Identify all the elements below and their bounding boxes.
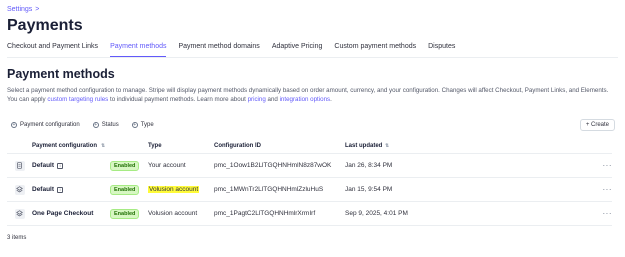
tab-checkout-and-payment-links[interactable]: Checkout and Payment Links [7,43,98,57]
tab-disputes[interactable]: Disputes [428,43,455,57]
highlighted-type-text: Volusion account [148,186,200,193]
more-actions-icon[interactable]: ··· [595,161,612,170]
filter-type[interactable]: + Type [128,120,158,130]
plus-circle-icon: + [11,121,17,128]
create-button[interactable]: + Create [579,119,615,131]
plus-circle-icon: + [131,121,138,128]
status-badge: Enabled [110,208,140,219]
chevron-right-icon: > [35,6,40,13]
row-status-cell: Enabled [110,160,148,171]
header-configuration-id: Configuration ID [214,143,261,149]
configuration-name[interactable]: Default [32,162,54,169]
row-id-cell: pmc_1PagtC2LlTGQHNHmlrXrmIrf [214,210,316,217]
filter-label: Payment configuration [20,122,80,128]
table-row[interactable]: Default i Enabled Volusion account pmc_1… [7,178,612,202]
sort-icon: ⇅ [385,143,390,149]
configuration-name[interactable]: Default [32,186,54,193]
info-icon[interactable]: i [57,186,64,193]
breadcrumb: Settings > [7,6,39,13]
row-updated-cell: Sep 9, 2025, 4:01 PM [345,210,408,217]
row-status-cell: Enabled [110,184,148,195]
more-actions-icon[interactable]: ··· [595,185,612,194]
row-icon-cell [7,160,32,171]
filter-bar: + Payment configuration + Status + Type [7,120,158,130]
page-title: Payments [7,17,83,34]
tab-payment-method-domains[interactable]: Payment method domains [178,43,259,57]
layers-icon [14,184,25,195]
status-badge: Enabled [110,160,140,171]
document-icon [14,160,25,171]
tab-adaptive-pricing[interactable]: Adaptive Pricing [272,43,323,57]
status-badge: Enabled [110,184,140,195]
filter-label: Type [140,122,154,128]
row-icon-cell [7,208,32,219]
layers-icon [14,208,25,219]
row-type-cell: Volusion account [148,186,214,193]
row-updated-cell: Jan 26, 8:34 PM [345,162,393,169]
header-payment-configuration[interactable]: Payment configuration ⇅ [32,143,110,149]
row-name-cell: Default i [32,162,110,169]
table-row[interactable]: One Page Checkout Enabled Volusion accou… [7,202,612,226]
row-type-cell: Your account [148,162,186,169]
more-actions-icon[interactable]: ··· [595,209,612,218]
header-type: Type [148,143,162,149]
items-count: 3 items [7,235,27,241]
filter-payment-configuration[interactable]: + Payment configuration [7,120,84,130]
description-part-4: . [330,96,332,103]
configuration-name[interactable]: One Page Checkout [32,210,93,217]
breadcrumb-settings-link[interactable]: Settings [7,6,32,13]
row-status-cell: Enabled [110,208,148,219]
row-id-cell: pmc_1Oow1B2LlTGQHNHmlN8z87wOK [214,162,332,169]
create-button-label: + Create [585,122,609,128]
tab-bar: Checkout and Payment Links Payment metho… [7,43,618,58]
custom-targeting-rules-link[interactable]: custom targeting rules [47,96,108,103]
row-name-cell: One Page Checkout [32,210,110,217]
description-part-3: and [265,96,280,103]
configurations-table: Payment configuration ⇅ Type Configurati… [7,139,612,226]
table-row[interactable]: Default i Enabled Your account pmc_1Oow1… [7,154,612,178]
filter-label: Status [101,122,119,128]
tab-custom-payment-methods[interactable]: Custom payment methods [334,43,416,57]
pricing-link[interactable]: pricing [248,96,266,103]
info-icon[interactable]: i [57,162,64,169]
row-type-cell: Volusion account [148,210,198,217]
row-updated-cell: Jan 15, 9:54 PM [345,186,393,193]
integration-options-link[interactable]: integration options [280,96,331,103]
header-label: Payment configuration [32,143,98,149]
header-label: Last updated [345,143,383,149]
plus-circle-icon: + [92,121,99,128]
filter-status[interactable]: + Status [89,120,123,130]
tab-payment-methods[interactable]: Payment methods [110,43,167,57]
description-part-2: to individual payment methods. Learn mor… [108,96,248,103]
header-last-updated[interactable]: Last updated ⇅ [345,143,595,149]
row-name-cell: Default i [32,186,110,193]
row-id-cell: pmc_1MWnTr2LlTGQHNHmlZzluHuS [214,186,324,193]
sort-icon: ⇅ [101,143,106,149]
row-icon-cell [7,184,32,195]
section-title: Payment methods [7,67,115,81]
table-header: Payment configuration ⇅ Type Configurati… [7,139,612,154]
description-text: Select a payment method configuration to… [7,86,619,104]
